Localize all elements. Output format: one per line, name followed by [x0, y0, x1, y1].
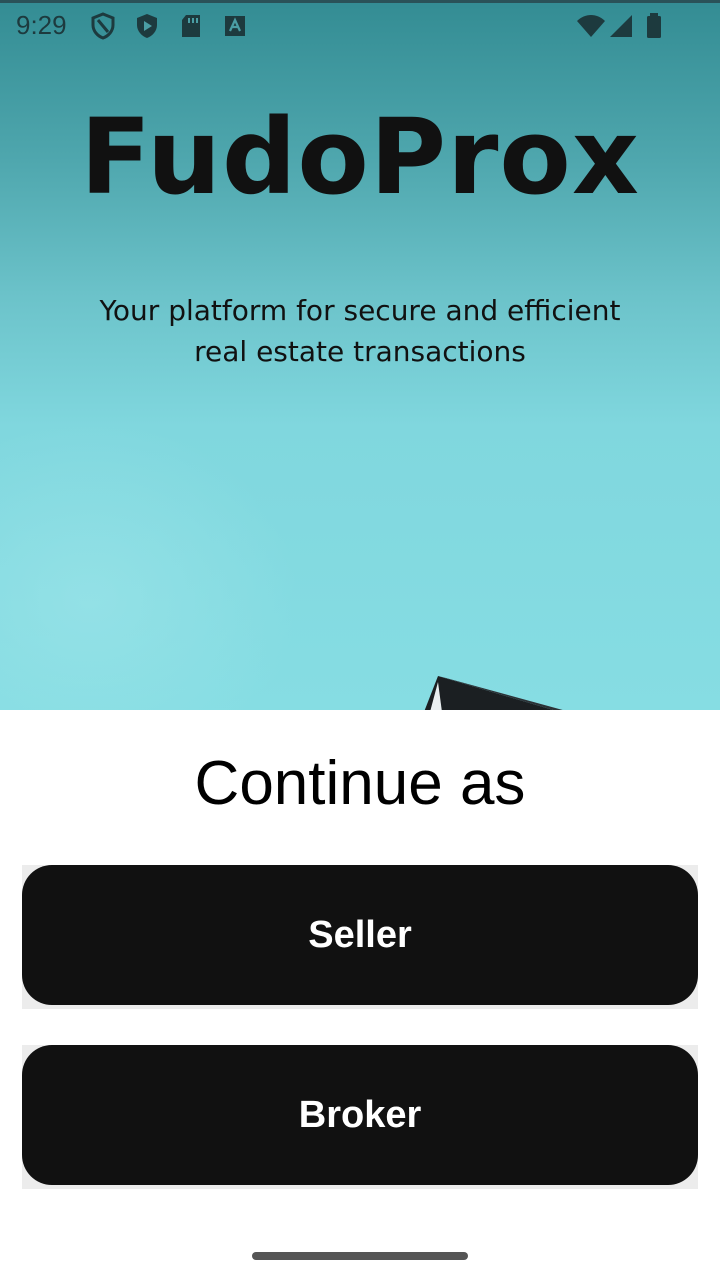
status-time: 9:29 [16, 10, 67, 40]
shield-play-icon [134, 12, 160, 40]
hero-glow [0, 420, 300, 710]
shield-outline-icon [90, 12, 116, 40]
broker-button-container: Broker [22, 1045, 698, 1189]
status-bar: 9:29 [0, 0, 720, 48]
seller-button-container: Seller [22, 865, 698, 1009]
cellular-signal-icon [608, 12, 634, 40]
onboarding-screen: 9:29 FudoProx Your platform for secure a… [0, 0, 720, 1280]
home-gesture-bar[interactable] [252, 1252, 468, 1260]
house-roof-image [420, 672, 580, 710]
wifi-icon [576, 12, 606, 40]
battery-icon [644, 12, 664, 40]
continue-as-heading: Continue as [194, 749, 526, 818]
keyboard-a-icon [222, 12, 248, 40]
app-tagline: Your platform for secure and efficient r… [99, 294, 621, 368]
hero-background: 9:29 FudoProx Your platform for secure a… [0, 0, 720, 710]
app-title: FudoProx [80, 96, 640, 218]
seller-button[interactable]: Seller [22, 865, 698, 1005]
broker-button[interactable]: Broker [22, 1045, 698, 1185]
role-selection-sheet: Continue as Seller Broker [0, 710, 720, 1280]
sd-card-icon [178, 12, 204, 40]
